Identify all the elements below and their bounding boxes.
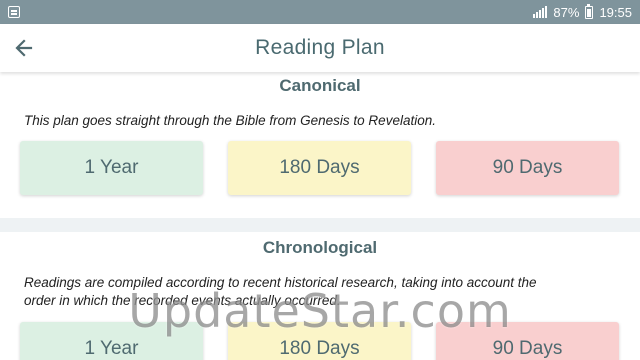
canonical-1-year-button[interactable]: 1 Year <box>20 141 203 195</box>
battery-percent: 87% <box>553 4 580 20</box>
plan-card-canonical: Canonical This plan goes straight throug… <box>0 72 640 218</box>
plan-title: Chronological <box>262 238 378 257</box>
app-bar: Reading Plan <box>0 24 640 72</box>
plan-description: This plan goes straight through the Bibl… <box>24 113 436 128</box>
status-bar: 87% 19:55 <box>0 0 640 24</box>
plan-title: Canonical <box>279 76 361 95</box>
canonical-90-days-button[interactable]: 90 Days <box>436 141 619 195</box>
arrow-left-icon <box>15 39 33 57</box>
page-title: Reading Plan <box>255 36 385 59</box>
signal-icon <box>533 6 548 18</box>
canonical-180-days-button[interactable]: 180 Days <box>228 141 411 195</box>
status-right: 87% 19:55 <box>533 3 632 20</box>
back-button[interactable] <box>8 32 40 64</box>
status-time: 19:55 <box>599 4 632 20</box>
status-left <box>8 6 20 18</box>
watermark: UpdateStar.com <box>128 284 512 338</box>
notification-icon <box>8 6 20 18</box>
battery-icon <box>585 3 594 19</box>
